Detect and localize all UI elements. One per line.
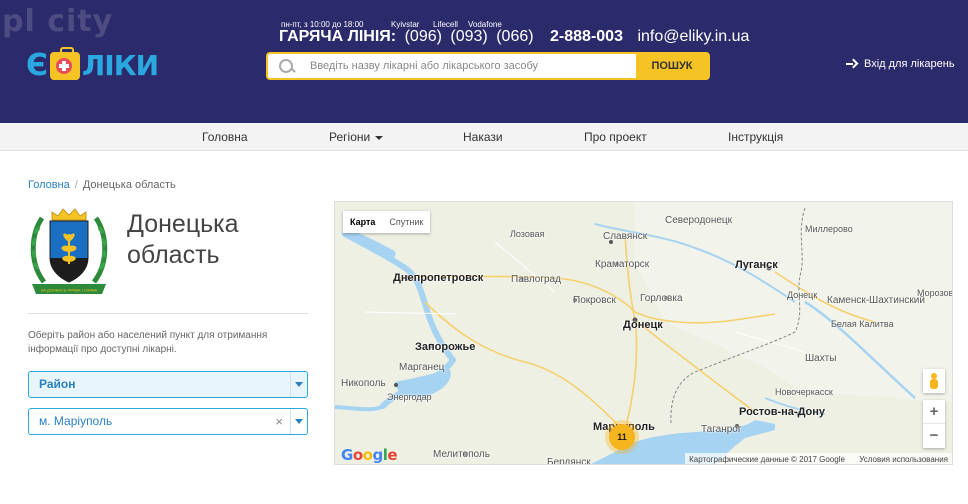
map-city-label: Покровск [573, 295, 616, 306]
watermark: pl city [2, 4, 114, 39]
locality-select[interactable]: м. Маріуполь × [28, 408, 308, 435]
map-city-label: Новочеркасск [775, 387, 833, 397]
nav-item-instructions[interactable]: Інструкція [728, 123, 783, 151]
locality-select-value: м. Маріуполь [39, 414, 113, 428]
divider [28, 313, 308, 314]
map-city-label: Донецк [787, 290, 818, 300]
map-city-label: Луганск [735, 259, 778, 271]
first-aid-kit-icon [50, 47, 81, 80]
breadcrumb-current: Донецька область [82, 179, 176, 191]
nav-item-home[interactable]: Головна [202, 123, 248, 151]
region-title: Донецька область [127, 209, 307, 271]
coat-motto: ЗА ДОНБАСЬ ПРАВА І СЛАВА [41, 288, 98, 293]
map-city-label: Мелитополь [433, 449, 490, 460]
map-city-label: Таганрог [701, 424, 742, 435]
map-city-label: Горловка [640, 293, 683, 304]
hospital-cluster-marker[interactable]: 11 [609, 424, 635, 450]
filter-hint: Оберіть район або населений пункт для от… [28, 330, 268, 355]
clear-icon[interactable]: × [275, 409, 283, 434]
map-terms-link[interactable]: Условия использования [859, 455, 948, 464]
nav-item-regions[interactable]: Регіони [329, 123, 384, 151]
search-input[interactable] [302, 54, 636, 78]
map-city-label: Павлоград [511, 274, 561, 285]
phone-code-093: (093) [450, 28, 488, 45]
map-data-attribution: Картографические данные © 2017 Google [689, 455, 845, 464]
hotline-number[interactable]: 2-888-003 [550, 28, 623, 45]
main-nav: Головна Регіони Накази Про проект Інстру… [0, 123, 968, 151]
street-view-pegman-icon[interactable] [923, 369, 945, 393]
logo-text: ЛІКИ [82, 49, 159, 82]
site-header: pl city Є ЛІКИ пн-пт, з 10:00 до 18:00 K… [0, 0, 968, 123]
caret-down-icon [375, 135, 384, 140]
google-logo: Google [341, 446, 398, 464]
region-title-line2: область [127, 241, 220, 269]
sign-in-icon [846, 59, 858, 69]
nav-item-regions-label: Регіони [329, 130, 371, 144]
breadcrumb-separator: / [74, 179, 78, 191]
map-city-label: Шахты [805, 353, 837, 364]
phone-code-066: (066) [496, 28, 534, 45]
search-icon [268, 54, 302, 78]
breadcrumb-home[interactable]: Головна [28, 179, 70, 191]
chevron-down-icon[interactable] [290, 372, 307, 397]
map-city-label: Белая Калитва [831, 319, 894, 329]
map-city-label: Морозов [917, 288, 953, 298]
logo-letter: Є [26, 48, 49, 83]
map-city-label: Запорожье [415, 341, 476, 353]
map-city-label: Миллерово [805, 224, 853, 234]
chevron-down-icon[interactable] [290, 409, 307, 434]
district-select[interactable]: Район [28, 371, 308, 398]
contact-email[interactable]: info@eliky.in.ua [637, 28, 749, 45]
map-city-label: Бердянск [547, 457, 591, 465]
map-city-label: Славянск [603, 231, 648, 242]
map-type-satellite[interactable]: Спутник [382, 211, 430, 233]
phone-code-096: (096) [404, 28, 442, 45]
district-select-value: Район [39, 377, 76, 391]
hotline: ГАРЯЧА ЛІНІЯ: (096) (093) (066) 2-888-00… [279, 28, 749, 46]
hospital-login-link[interactable]: Вхід для лікарень [846, 58, 955, 70]
zoom-in-button[interactable]: + [923, 400, 945, 424]
search-button[interactable]: ПОШУК [636, 54, 708, 78]
nav-item-orders[interactable]: Накази [463, 123, 503, 151]
map-city-label: Энергодар [387, 392, 432, 402]
search-bar: ПОШУК [266, 52, 710, 80]
map-type-map[interactable]: Карта [343, 211, 382, 233]
zoom-control: + − [923, 400, 945, 448]
map-attribution: Картографические данные © 2017 Google Ус… [685, 453, 952, 464]
map-city-label: Краматорск [595, 259, 650, 270]
site-logo[interactable]: Є ЛІКИ [26, 47, 159, 84]
map-city-label: Донецк [623, 319, 663, 331]
nav-item-about[interactable]: Про проект [584, 123, 647, 151]
google-logo-text: Google [341, 446, 398, 464]
hotline-label: ГАРЯЧА ЛІНІЯ: [279, 28, 397, 45]
coat-of-arms-icon: ЗА ДОНБАСЬ ПРАВА І СЛАВА [30, 208, 108, 294]
map-city-label: Лозовая [510, 229, 545, 239]
zoom-out-button[interactable]: − [923, 424, 945, 448]
map-city-label: Северодонецк [665, 215, 733, 226]
map-city-label: Днепропетровск [393, 272, 484, 284]
region-title-line1: Донецька [127, 210, 239, 238]
breadcrumb: Головна / Донецька область [28, 179, 176, 191]
map-type-control: Карта Спутник [343, 211, 431, 233]
map-city-label: Ростов-на-Дону [739, 406, 826, 418]
map-city-label: Марганец [399, 362, 445, 373]
map-city-label: Каменск-Шахтинский [827, 295, 925, 306]
hospital-map[interactable]: Северодонецк Лозовая Славянск Миллерово Крам… [334, 201, 953, 465]
map-city-label: Никополь [341, 378, 386, 389]
hospital-login-label: Вхід для лікарень [864, 58, 955, 70]
